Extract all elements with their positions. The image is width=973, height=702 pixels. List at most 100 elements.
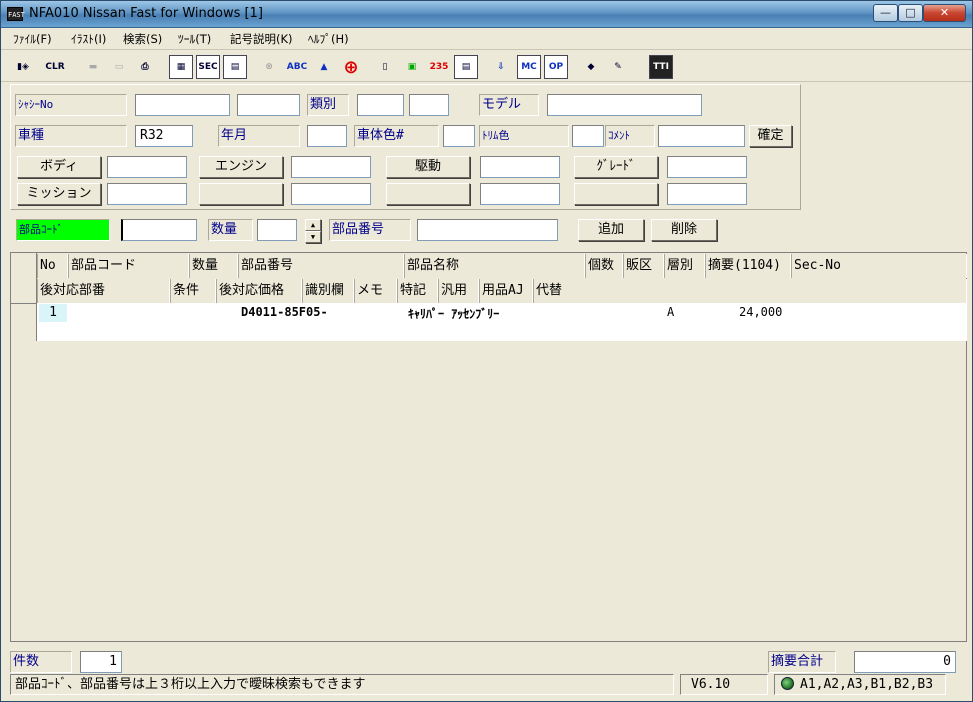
confirm-button[interactable]: 確定 [749, 125, 792, 147]
spin-up-icon[interactable]: ▲ [305, 219, 321, 231]
version-label: V6.10 [680, 674, 768, 695]
clipboard-icon[interactable]: ▣ [400, 55, 424, 79]
model-input[interactable] [547, 94, 702, 116]
table-icon[interactable]: ▤ [454, 55, 478, 79]
blank-input-2[interactable] [480, 183, 560, 205]
mission-button[interactable]: ミッション [17, 183, 101, 205]
edit-icon[interactable]: ✎ [606, 55, 630, 79]
quantity-input[interactable] [257, 219, 297, 241]
totals-bar: 件数 1 摘要合計 0 [10, 651, 967, 673]
menu-bar: ﾌｧｲﾙ(F) ｲﾗｽﾄ(I) 検索(S) ﾂｰﾙ(T) 記号説明(K) ﾍﾙﾌ… [1, 28, 972, 50]
shashu-input[interactable]: R32 [135, 125, 193, 147]
exit-icon[interactable]: ▮◈ [11, 55, 35, 79]
model-label: モデル [479, 94, 539, 116]
col-condition[interactable]: 条件 [170, 279, 216, 303]
count-value: 1 [80, 651, 122, 673]
ruibetsu-input-1[interactable] [357, 94, 404, 116]
main-window: FAST NFA010 Nissan Fast for Windows [1] … [0, 0, 973, 702]
spin-down-icon[interactable]: ▼ [305, 231, 321, 243]
title-bar[interactable]: FAST NFA010 Nissan Fast for Windows [1] … [1, 1, 972, 28]
chassis-input-1[interactable] [135, 94, 230, 116]
menu-tools[interactable]: ﾂｰﾙ(T) [178, 31, 211, 47]
save-icon[interactable]: ▬ [81, 55, 105, 79]
sec-icon[interactable]: SEC [196, 55, 220, 79]
cell-part-number[interactable]: D4011-85F05- [241, 305, 328, 319]
trim-color-input[interactable] [572, 125, 604, 147]
menu-search[interactable]: 検索(S) [123, 31, 162, 47]
engine-input[interactable] [291, 156, 371, 178]
blank-input-1[interactable] [291, 183, 371, 205]
col-general[interactable]: 汎用 [438, 279, 479, 303]
menu-symbols[interactable]: 記号説明(K) [230, 31, 293, 47]
book-icon[interactable]: ▯ [373, 55, 397, 79]
folder-icon[interactable]: ▭ [107, 55, 131, 79]
col-alternative[interactable]: 代替 [533, 279, 967, 303]
chassis-label: ｼｬｼｰNo [15, 94, 127, 116]
col-successor-part[interactable]: 後対応部番 [37, 279, 170, 303]
col-successor-price[interactable]: 後対応価格 [216, 279, 302, 303]
engine-button[interactable]: エンジン [199, 156, 283, 178]
add-circle-icon[interactable]: ⊕ [339, 55, 363, 79]
cell-part-name[interactable]: ｷｬﾘﾊﾟｰ ｱｯｾﾝﾌﾞﾘｰ [408, 305, 499, 322]
body-color-input[interactable] [443, 125, 475, 147]
col-sec-no[interactable]: Sec-No [791, 254, 967, 278]
tti-work-icon[interactable]: TTI [649, 55, 673, 79]
cell-layer[interactable]: A [667, 305, 674, 319]
blank-input-3[interactable] [667, 183, 747, 205]
part-code-input[interactable] [121, 219, 197, 241]
part-number-input[interactable] [417, 219, 558, 241]
grade-input[interactable] [667, 156, 747, 178]
col-count[interactable]: 個数 [585, 254, 623, 278]
number-sort-icon[interactable]: 235 [427, 55, 451, 79]
grade-button[interactable]: ｸﾞﾚｰﾄﾞ [574, 156, 658, 178]
clear-icon[interactable]: CLR [43, 55, 67, 79]
op-icon[interactable]: OP [544, 55, 568, 79]
col-memo[interactable]: メモ [354, 279, 397, 303]
list-icon[interactable]: ▤ [223, 55, 247, 79]
menu-file[interactable]: ﾌｧｲﾙ(F) [13, 31, 52, 47]
col-part-code[interactable]: 部品コード [68, 254, 189, 278]
col-accessory-aj[interactable]: 用品AJ [479, 279, 533, 303]
maximize-button[interactable]: □ [898, 4, 923, 22]
delete-button[interactable]: 削除 [651, 219, 717, 241]
menu-illust[interactable]: ｲﾗｽﾄ(I) [71, 31, 106, 47]
disc-icon[interactable]: ⊗ [257, 55, 281, 79]
abc-icon[interactable]: ABC [285, 55, 309, 79]
col-part-number[interactable]: 部品番号 [238, 254, 404, 278]
menu-help[interactable]: ﾍﾙﾌﾟ(H) [308, 31, 349, 47]
print-icon[interactable]: ⎙ [133, 55, 157, 79]
col-sales-class[interactable]: 販区 [623, 254, 664, 278]
diamond-icon[interactable]: ◆ [579, 55, 603, 79]
comment-input[interactable] [658, 125, 745, 147]
body-input[interactable] [107, 156, 187, 178]
ruibetsu-input-2[interactable] [409, 94, 449, 116]
col-part-name[interactable]: 部品名称 [404, 254, 585, 278]
col-no[interactable]: No [37, 254, 68, 278]
drive-button[interactable]: 駆動 [386, 156, 470, 178]
close-button[interactable]: ✕ [923, 4, 966, 22]
region-list: A1,A2,A3,B1,B2,B3 [800, 677, 934, 692]
col-quantity[interactable]: 数量 [189, 254, 238, 278]
add-button[interactable]: 追加 [578, 219, 644, 241]
mission-input[interactable] [107, 183, 187, 205]
nengetsu-input[interactable] [307, 125, 347, 147]
body-button[interactable]: ボディ [17, 156, 101, 178]
col-layer[interactable]: 層別 [664, 254, 705, 278]
drive-input[interactable] [480, 156, 560, 178]
row-selector[interactable] [11, 303, 37, 341]
col-special-note[interactable]: 特記 [397, 279, 438, 303]
table-row[interactable] [37, 303, 967, 341]
chassis-input-2[interactable] [237, 94, 300, 116]
parts-grid: No 部品コード 数量 部品番号 部品名称 個数 販区 層別 摘要(1104) … [10, 252, 967, 642]
col-identifier[interactable]: 識別欄 [302, 279, 354, 303]
chart-icon[interactable]: ▲ [312, 55, 336, 79]
ruibetsu-label: 類別 [307, 94, 349, 116]
row-number[interactable]: 1 [39, 304, 67, 322]
cell-summary[interactable]: 24,000 [739, 305, 782, 319]
minimize-button[interactable]: — [873, 4, 898, 22]
body-color-label: 車体色# [354, 125, 439, 147]
download-icon[interactable]: ⇩ [489, 55, 513, 79]
grid-icon[interactable]: ▦ [169, 55, 193, 79]
col-summary[interactable]: 摘要(1104) [705, 254, 791, 278]
mc-icon[interactable]: MC [517, 55, 541, 79]
